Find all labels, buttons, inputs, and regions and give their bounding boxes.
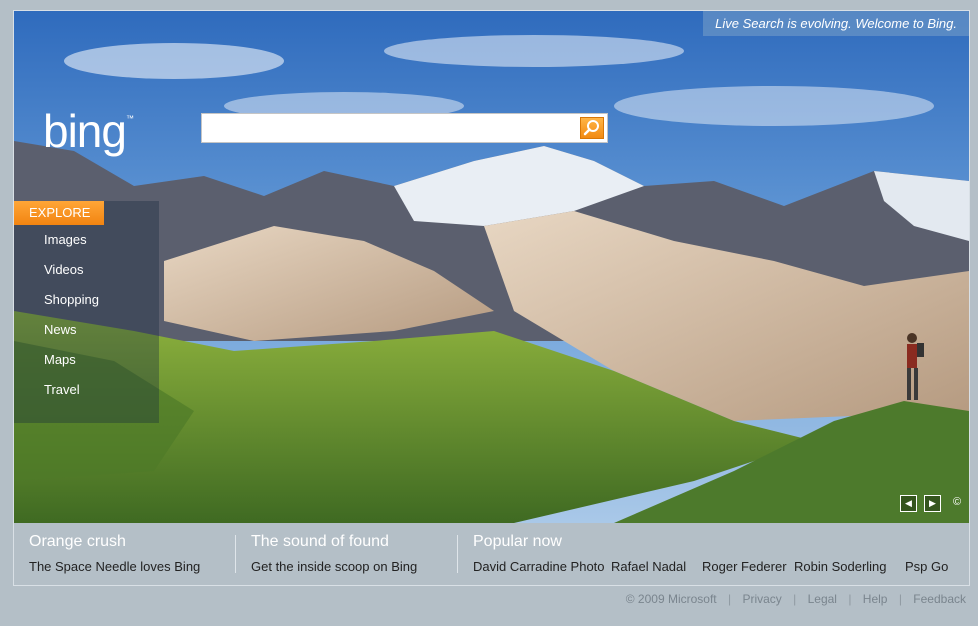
nav-item-travel[interactable]: Travel — [44, 382, 80, 397]
space-needle-link[interactable]: The Space Needle loves Bing — [29, 559, 200, 574]
orange-crush-title[interactable]: Orange crush — [29, 533, 126, 551]
image-copyright-icon[interactable]: © — [953, 496, 961, 508]
logo-trademark: ™ — [125, 114, 134, 123]
previous-image-button[interactable]: ◀ — [900, 495, 917, 512]
nav-item-videos[interactable]: Videos — [44, 262, 84, 277]
footer: © 2009 Microsoft | Privacy | Legal | Hel… — [626, 592, 966, 606]
footer-separator: | — [898, 592, 902, 606]
footer-separator: | — [848, 592, 852, 606]
footer-separator: | — [727, 592, 732, 606]
search-box — [201, 113, 608, 143]
inside-scoop-link[interactable]: Get the inside scoop on Bing — [251, 559, 417, 574]
nav-item-news[interactable]: News — [44, 322, 77, 337]
nav-item-shopping[interactable]: Shopping — [44, 292, 99, 307]
welcome-banner: Live Search is evolving. Welcome to Bing… — [703, 11, 969, 36]
footer-copyright: © 2009 Microsoft — [625, 592, 717, 606]
search-input[interactable] — [204, 116, 582, 140]
logo-text: bing — [43, 105, 127, 157]
footer-separator: | — [793, 592, 797, 606]
bing-logo[interactable]: bing™ — [43, 104, 134, 158]
popular-link[interactable]: Rafael Nadal — [611, 559, 686, 574]
nav-item-maps[interactable]: Maps — [44, 352, 76, 367]
privacy-link[interactable]: Privacy — [742, 592, 781, 606]
popular-link[interactable]: David Carradine Photo — [473, 559, 605, 574]
hero-background-image: Live Search is evolving. Welcome to Bing… — [14, 11, 969, 523]
popular-link[interactable]: Roger Federer — [702, 559, 787, 574]
bottom-strip: Orange crush The Space Needle loves Bing… — [14, 523, 969, 585]
feedback-link[interactable]: Feedback — [913, 592, 966, 606]
popular-link[interactable]: Psp Go — [905, 559, 948, 574]
popular-now-title: Popular now — [473, 533, 562, 550]
search-button[interactable] — [580, 117, 604, 139]
next-image-button[interactable]: ▶ — [924, 495, 941, 512]
column-divider — [235, 535, 236, 573]
column-divider — [457, 535, 458, 573]
nav-item-images[interactable]: Images — [44, 232, 87, 247]
popular-link[interactable]: Robin Soderling — [794, 559, 887, 574]
explore-label: EXPLORE — [14, 201, 104, 225]
magnifier-icon — [583, 120, 599, 136]
help-link[interactable]: Help — [863, 592, 888, 606]
sound-of-found-title[interactable]: The sound of found — [251, 533, 389, 551]
legal-link[interactable]: Legal — [808, 592, 837, 606]
explore-panel: EXPLORE Images Videos Shopping News Maps… — [14, 201, 159, 423]
